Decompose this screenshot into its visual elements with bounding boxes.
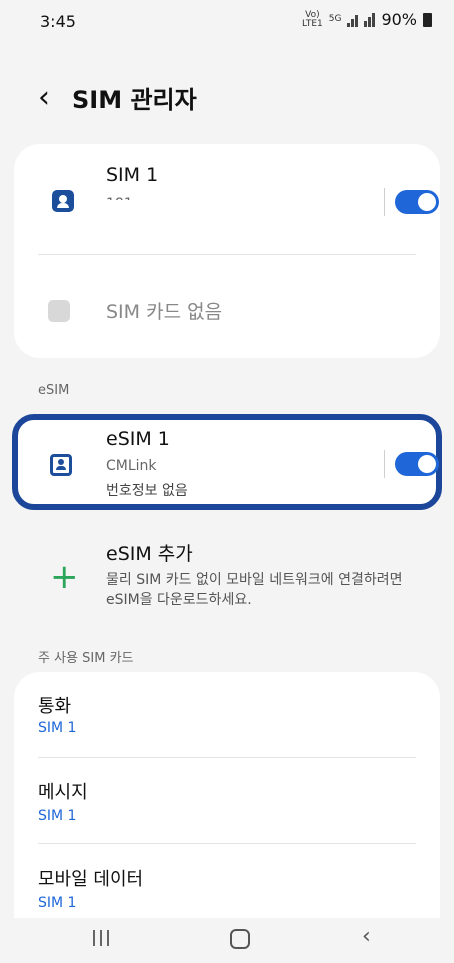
divider (38, 843, 416, 844)
redacted-block (92, 200, 295, 252)
sim-icon (52, 190, 74, 212)
plus-icon: + (50, 557, 79, 597)
nav-back-icon[interactable]: ‹ (362, 924, 371, 949)
toggle-separator (384, 188, 385, 216)
add-esim-label: eSIM 추가 (106, 543, 193, 565)
item-title: 통화 (38, 696, 72, 717)
battery-icon (423, 12, 432, 27)
esim-section-heading: eSIM (38, 383, 70, 398)
item-title: 모바일 데이터 (38, 869, 144, 890)
esim1-row[interactable]: eSIM 1 CMLink 번호정보 없음 (12, 414, 442, 510)
sim1-label: SIM 1 (106, 164, 159, 186)
status-icons: Vo) LTE1 5G 90% (302, 10, 432, 29)
esim1-label: eSIM 1 (106, 428, 170, 450)
no-sim-label: SIM 카드 없음 (106, 301, 223, 323)
primary-sim-heading: 주 사용 SIM 카드 (38, 651, 134, 666)
no-sim-row: SIM 카드 없음 (14, 255, 440, 355)
status-bar: 3:45 Vo) LTE1 5G 90% (0, 0, 454, 40)
signal-icon (347, 13, 359, 27)
add-esim-description: 물리 SIM 카드 없이 모바일 네트워크에 연결하려면 eSIM을 다운로드하… (106, 572, 403, 608)
volte-icon: Vo) LTE1 (302, 9, 323, 29)
item-value: SIM 1 (38, 808, 77, 824)
home-icon[interactable] (230, 929, 250, 949)
navigation-bar: ‹ (0, 918, 454, 963)
divider (38, 757, 416, 758)
esim1-toggle[interactable] (395, 452, 439, 476)
5g-icon: 5G (328, 14, 342, 24)
sim1-toggle[interactable] (395, 190, 439, 214)
back-chevron-icon[interactable]: ‹ (38, 82, 50, 113)
page-title: SIM 관리자 (72, 86, 197, 114)
status-time: 3:45 (40, 12, 76, 31)
signal2-icon (364, 12, 376, 27)
item-value: SIM 1 (38, 720, 77, 736)
toggle-separator (384, 450, 385, 478)
app-header: ‹ SIM 관리자 (38, 80, 197, 115)
recent-apps-icon[interactable] (93, 930, 109, 946)
sim-empty-icon (48, 300, 70, 322)
item-value: SIM 1 (38, 895, 77, 911)
battery-percent: 90% (381, 10, 417, 29)
esim1-number-info: 번호정보 없음 (106, 483, 188, 499)
item-title: 메시지 (38, 782, 88, 803)
esim1-carrier: CMLink (106, 458, 157, 474)
esim-icon (50, 454, 72, 476)
